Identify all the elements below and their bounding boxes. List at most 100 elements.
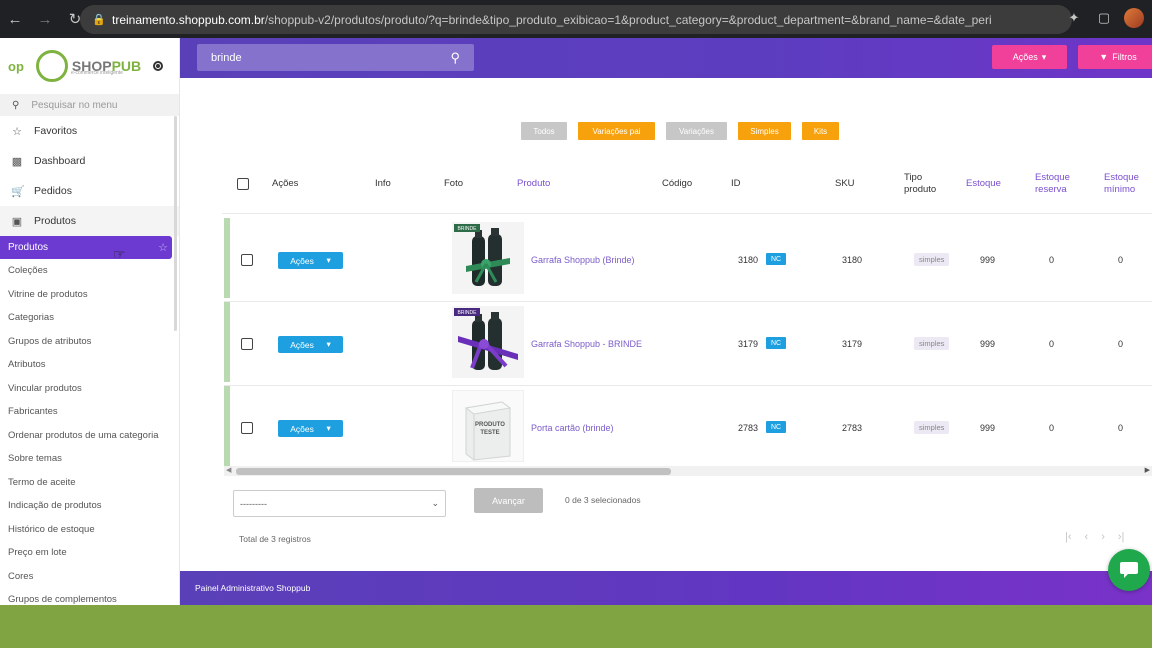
sidebar-subitem[interactable]: Sobre temas [0, 447, 179, 471]
table-horizontal-scrollbar[interactable]: ◀ ▶ [224, 466, 1152, 476]
product-name-link[interactable]: Garrafa Shoppub - BRINDE [531, 339, 642, 349]
sidebar-subitem[interactable]: Termo de aceite [0, 471, 179, 495]
row-acoes-button[interactable]: Ações ▾ [278, 252, 343, 269]
sidebar-subitem[interactable]: Categorias [0, 306, 179, 330]
row-checkbox[interactable] [241, 422, 253, 434]
scroll-left-icon[interactable]: ◀ [226, 466, 231, 474]
product-photo[interactable]: BRINDE [452, 222, 524, 294]
sidebar-subitem[interactable]: Grupos de atributos [0, 330, 179, 354]
sidebar: op SHOPPUB e-commerce inteligente ⚲ Pesq… [0, 38, 180, 605]
avancar-button[interactable]: Avançar [474, 488, 543, 513]
col-tipo-produto: Tipo produto [904, 172, 937, 195]
filtros-button[interactable]: ▼ Filtros [1078, 45, 1152, 69]
last-page-icon[interactable]: ›| [1118, 531, 1125, 543]
sidebar-subitem[interactable]: Indicação de produtos [0, 494, 179, 518]
sidebar-item-pedidos[interactable]: 🛒 Pedidos [0, 176, 179, 206]
forward-icon[interactable]: → [30, 0, 60, 38]
caret-down-icon: ▾ [326, 423, 331, 433]
sidebar-subitem[interactable]: Histórico de estoque [0, 518, 179, 542]
product-photo[interactable]: BRINDE [452, 306, 524, 378]
address-bar[interactable]: 🔒 treinamento.shoppub.com.br/shoppub-v2/… [80, 5, 1072, 34]
product-sku: 3179 [842, 339, 863, 349]
product-search-input[interactable]: brinde ⚲ [197, 44, 474, 71]
logo: op SHOPPUB e-commerce inteligente [0, 38, 179, 94]
sidebar-subitem[interactable]: Coleções [0, 259, 179, 283]
tipo-badge: simples [914, 421, 950, 434]
acoes-dropdown-button[interactable]: Ações ▾ [992, 45, 1067, 69]
bulk-action-select[interactable]: --------- ⌄ [233, 490, 446, 517]
shoppub-logo-icon [35, 50, 68, 82]
chat-widget-button[interactable] [1108, 549, 1150, 591]
product-name-link[interactable]: Porta cartão (brinde) [531, 423, 614, 433]
sidebar-subitem[interactable]: Ordenar produtos de uma categoria [0, 424, 179, 448]
op-logo: op [8, 58, 24, 74]
sidebar-item-dashboard[interactable]: ▩ Dashboard [0, 146, 179, 176]
col-estoque[interactable]: Estoque [966, 178, 1001, 190]
table-row: Ações ▾ PRODUTO TESTE Porta cartão (brind… [224, 386, 1152, 470]
product-name-link[interactable]: Garrafa Shoppub (Brinde) [531, 255, 635, 265]
row-checkbox[interactable] [241, 254, 253, 266]
sidebar-subitem[interactable]: Atributos [0, 353, 179, 377]
prev-page-icon[interactable]: ‹ [1085, 531, 1089, 543]
caret-down-icon: ▾ [326, 255, 331, 265]
search-icon[interactable]: ⚲ [450, 50, 460, 66]
next-page-icon[interactable]: › [1101, 531, 1105, 543]
select-all-checkbox[interactable] [237, 178, 249, 190]
svg-text:BRINDE: BRINDE [458, 226, 478, 232]
row-checkbox[interactable] [241, 338, 253, 350]
chip-variacoes-pai[interactable]: Variações pai [578, 122, 655, 140]
reserva-value: 0 [1049, 423, 1055, 433]
chevron-down-icon: ▾ [1041, 51, 1047, 62]
scroll-right-icon[interactable]: ▶ [1145, 466, 1150, 474]
favorite-star-icon[interactable]: ☆ [158, 241, 168, 254]
menu-search-input[interactable]: Pesquisar no menu [31, 100, 117, 111]
sidebar-toggle-icon[interactable]: ▢ [1094, 8, 1114, 28]
total-records: Total de 3 registros [239, 534, 311, 544]
product-photo[interactable]: PRODUTO TESTE [452, 390, 524, 462]
chip-simples[interactable]: Simples [738, 122, 791, 140]
sidebar-scrollbar[interactable] [174, 116, 177, 331]
sidebar-item-favoritos[interactable]: ☆ Favoritos [0, 116, 179, 146]
minimo-value: 0 [1118, 423, 1124, 433]
row-acoes-button[interactable]: Ações ▾ [278, 420, 343, 437]
chip-variacoes[interactable]: Variações [666, 122, 727, 140]
search-icon: ⚲ [12, 99, 20, 111]
sidebar-subitem[interactable]: Preço em lote [0, 541, 179, 565]
chip-todos[interactable]: Todos [521, 122, 567, 140]
sidebar-item-produtos[interactable]: ▣ Produtos [0, 206, 179, 236]
profile-avatar[interactable] [1124, 8, 1144, 28]
back-icon[interactable]: ← [0, 0, 30, 38]
col-info: Info [375, 178, 391, 189]
table-header: Ações Info Foto Produto Código ID SKU Ti… [224, 172, 1152, 202]
svg-text:TESTE: TESTE [480, 430, 499, 436]
sidebar-subitem[interactable]: Grupos de complementos [0, 588, 179, 605]
sidebar-subitem[interactable]: Fabricantes [0, 400, 179, 424]
col-foto: Foto [444, 178, 464, 189]
col-id: ID [731, 178, 741, 189]
product-sku: 2783 [842, 423, 863, 433]
sidebar-subitem[interactable]: Vincular produtos [0, 377, 179, 401]
col-estoque-minimo[interactable]: Estoque mínimo [1104, 172, 1152, 196]
nc-badge: NC [766, 253, 786, 265]
lock-icon: 🔒 [92, 14, 106, 26]
col-sku: SKU [835, 178, 855, 189]
extensions-icon[interactable]: ✦ [1064, 8, 1084, 28]
minimo-value: 0 [1118, 255, 1124, 265]
first-page-icon[interactable]: |‹ [1065, 531, 1072, 543]
row-acoes-button[interactable]: Ações ▾ [278, 336, 343, 353]
table-row: Ações ▾ BRINDE Garrafa Shoppub - BRINDE 3… [224, 302, 1152, 386]
main-content: Todos Variações pai Variações Simples Ki… [180, 78, 1152, 571]
star-icon: ☆ [12, 125, 22, 138]
sidebar-subitem[interactable]: Cores [0, 565, 179, 589]
sidebar-subitem[interactable]: Vitrine de produtos [0, 283, 179, 307]
page-background-strip [0, 605, 1152, 648]
col-produto[interactable]: Produto [517, 178, 550, 190]
menu-search[interactable]: ⚲ Pesquisar no menu [0, 94, 179, 116]
row-status-stripe [224, 386, 230, 466]
sidebar-pin-toggle[interactable] [153, 61, 163, 71]
col-acoes: Ações [272, 178, 299, 189]
sidebar-subitem-produtos-active[interactable]: Produtos ☆ [0, 236, 172, 259]
chip-kits[interactable]: Kits [802, 122, 839, 140]
col-estoque-reserva[interactable]: Estoque reserva [1035, 172, 1070, 196]
scrollbar-thumb[interactable] [236, 468, 671, 475]
